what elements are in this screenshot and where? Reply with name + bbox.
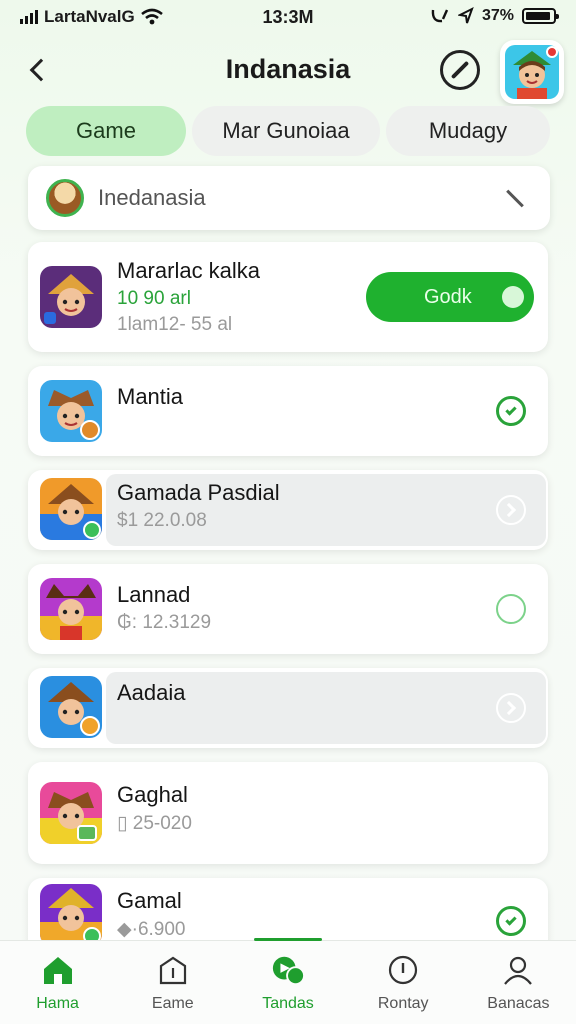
location-icon	[457, 7, 474, 24]
check-icon[interactable]	[496, 396, 526, 426]
header: Indanasia	[0, 40, 576, 104]
join-toggle[interactable]: Godk	[366, 272, 534, 322]
item-detail-value: 25-020	[132, 813, 192, 834]
nav-label: Hama	[36, 995, 79, 1012]
bottom-nav: Hama Eame Tandas Rontay Banacas	[0, 938, 576, 1024]
game-avatar-icon	[40, 676, 102, 738]
item-title: Aadaia	[117, 680, 186, 705]
item-detail-value: 12.3129	[142, 612, 212, 633]
item-title: Mararlac kalka	[117, 258, 261, 283]
tab-mar-gunoiaa[interactable]: Mar Gunoiaa	[192, 106, 380, 156]
page-title: Indanasia	[225, 54, 351, 84]
nav-rontay[interactable]: Rontay	[346, 941, 461, 1024]
nav-label: Eame	[151, 995, 194, 1012]
collapse-icon[interactable]	[506, 189, 524, 207]
status-bar: LartaNvalG 13:3M 37%	[0, 0, 576, 34]
home-icon	[41, 953, 75, 987]
profile-icon	[501, 953, 535, 987]
game-avatar-icon	[40, 884, 102, 946]
status-right: 37%	[430, 7, 559, 25]
chevron-right-icon[interactable]	[496, 693, 526, 723]
game-avatar-icon	[40, 266, 102, 328]
nav-label: Rontay	[377, 995, 429, 1012]
compass-icon	[450, 60, 470, 80]
rotation-lock-icon	[431, 9, 449, 23]
tag-icon: ◆	[117, 919, 132, 940]
item-detail: 1lam12- 55 al	[117, 314, 233, 335]
search-field[interactable]: Inedanasia	[28, 166, 550, 230]
check-icon[interactable]	[496, 906, 526, 936]
info-icon	[386, 953, 420, 987]
game-icon	[271, 953, 305, 987]
item-title: Mantia	[117, 384, 184, 409]
nav-hama[interactable]: Hama	[0, 941, 115, 1024]
nav-eame[interactable]: Eame	[115, 941, 230, 1024]
select-circle-icon[interactable]	[496, 594, 526, 624]
notification-dot	[546, 46, 558, 58]
game-avatar-icon	[40, 782, 102, 844]
item-detail: ◆·6.900	[117, 918, 186, 941]
search-input[interactable]: Inedanasia	[98, 185, 504, 211]
nav-indicator	[254, 938, 322, 941]
list-item[interactable]: Gamada Pasdial $1 22.0.08	[28, 470, 548, 550]
nav-banacas[interactable]: Banacas	[461, 941, 576, 1024]
toggle-knob	[502, 286, 524, 308]
nav-label: Tandas	[262, 995, 314, 1012]
doc-icon: ▯	[117, 813, 128, 834]
avatar[interactable]	[500, 40, 564, 104]
item-title: Gamada Pasdial	[117, 480, 280, 505]
item-subtitle: 10 90 arl	[117, 288, 191, 309]
game-avatar-icon	[40, 578, 102, 640]
nav-tandas[interactable]: Tandas	[230, 938, 345, 1024]
chevron-right-icon[interactable]	[496, 495, 526, 525]
item-price: $1 22.0.08	[117, 510, 207, 531]
game-avatar-icon	[40, 478, 102, 540]
nav-label: Banacas	[487, 995, 550, 1012]
tab-game[interactable]: Game	[26, 106, 186, 156]
battery-percent: 37%	[481, 7, 514, 24]
toggle-label: Godk	[424, 285, 472, 308]
item-detail: ₲: 12.3129	[117, 612, 211, 634]
compass-button[interactable]	[440, 50, 480, 90]
list-item[interactable]: Aadaia	[28, 668, 548, 748]
battery-icon	[522, 8, 559, 24]
list-item[interactable]: Gaghal ▯ 25-020	[28, 762, 548, 864]
list-item[interactable]: Mantia	[28, 366, 548, 456]
item-detail: ▯ 25-020	[117, 812, 192, 835]
list-item[interactable]: Lannad ₲: 12.3129	[28, 564, 548, 654]
drum-icon	[46, 179, 84, 217]
box-icon	[156, 953, 190, 987]
list-item[interactable]: Mararlac kalka 10 90 arl 1lam12- 55 al G…	[28, 242, 548, 352]
tab-mudagy[interactable]: Mudagy	[386, 106, 550, 156]
item-detail-prefix: ₲:	[117, 612, 138, 633]
game-avatar-icon	[40, 380, 102, 442]
item-title: Gamal	[117, 888, 182, 913]
item-title: Gaghal	[117, 782, 188, 807]
item-title: Lannad	[117, 582, 191, 607]
tab-bar: Game Mar Gunoiaa Mudagy	[26, 106, 550, 156]
item-detail-value: ·6.900	[131, 919, 186, 940]
